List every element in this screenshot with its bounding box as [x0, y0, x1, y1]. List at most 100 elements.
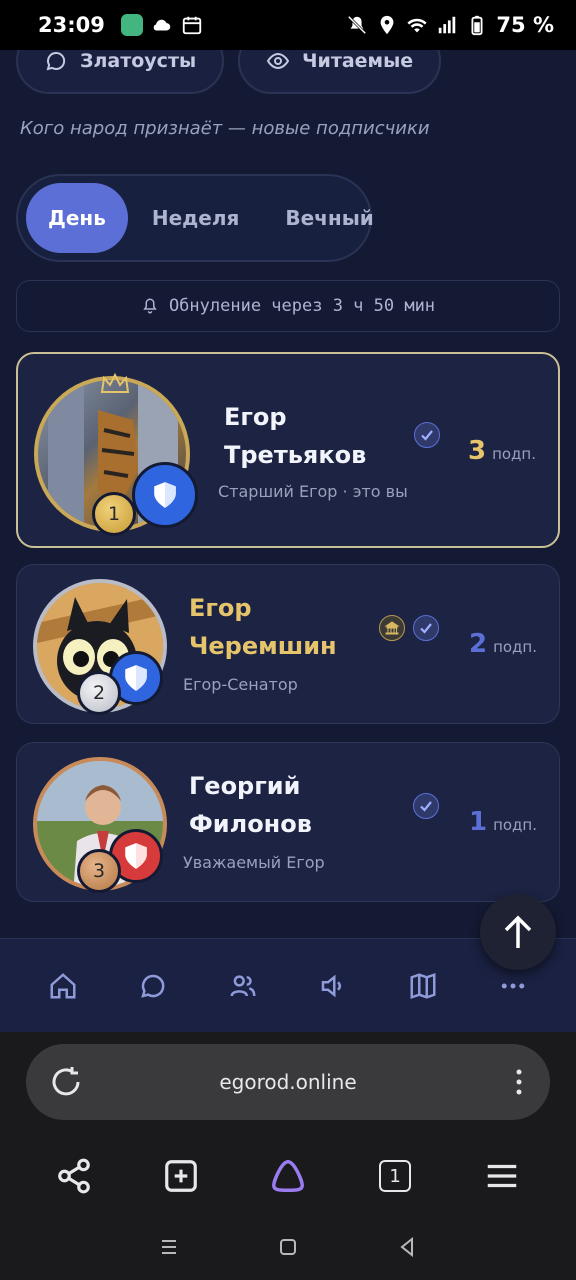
leader-role: Уважаемый Егор — [183, 853, 325, 872]
subscriber-number: 1 — [468, 807, 488, 837]
leader-name-line1: Егор — [189, 594, 252, 622]
rank-badge: 1 — [92, 492, 136, 536]
assistant-button[interactable] — [266, 1154, 310, 1198]
kebab-menu-icon[interactable] — [514, 1067, 524, 1097]
battery-level: 75 % — [496, 13, 554, 37]
leader-card[interactable]: 3 Георгий Филонов Уважаемый Егор 1 подп. — [16, 742, 560, 902]
rank-badge: 3 — [77, 849, 121, 893]
tabs-button[interactable]: 1 — [373, 1154, 417, 1198]
tab-week[interactable]: Неделя — [130, 183, 262, 253]
verified-badge — [413, 793, 439, 819]
verified-badge — [413, 615, 439, 641]
chip-eloquent[interactable]: Златоусты — [16, 50, 225, 94]
home-icon — [50, 972, 76, 998]
eye-icon — [267, 52, 290, 70]
users-icon — [230, 974, 256, 996]
building-icon — [384, 621, 400, 635]
home-button-icon[interactable] — [276, 1235, 300, 1259]
subscriber-number: 2 — [468, 629, 488, 659]
address-bar[interactable]: egorod.online — [26, 1044, 550, 1120]
leader-name-line2: Филонов — [189, 810, 312, 838]
browser-chrome: egorod.online 1 — [0, 1032, 576, 1280]
nav-more[interactable] — [496, 969, 530, 1003]
browser-toolbar: 1 — [0, 1142, 576, 1210]
shield-icon — [125, 843, 147, 869]
verified-badge — [414, 422, 440, 448]
cloud-icon — [153, 19, 171, 31]
leader-card[interactable]: 2 Егор Черемшин Егор-Сенатор 2 подп. — [16, 564, 560, 724]
status-time: 23:09 — [38, 13, 105, 37]
nav-people[interactable] — [226, 969, 260, 1003]
leader-role: Старший Егор · это вы — [218, 482, 408, 501]
tab-day[interactable]: День — [26, 183, 128, 253]
subscriber-unit: подп. — [493, 816, 537, 834]
category-chips: Златоусты Читаемые — [16, 50, 442, 94]
subscriber-number: 3 — [467, 436, 487, 466]
subscriber-count: 3 подп. — [468, 436, 536, 466]
chat-bubble-icon — [46, 51, 66, 71]
hamburger-menu-icon — [488, 1164, 517, 1188]
more-icon — [501, 983, 525, 988]
back-icon[interactable] — [395, 1235, 419, 1259]
shield-icon — [154, 482, 176, 508]
map-icon — [410, 972, 436, 999]
url-text[interactable]: egorod.online — [26, 1070, 550, 1094]
plus-square-icon — [164, 1160, 197, 1192]
shield-badge — [132, 462, 198, 528]
nav-chat[interactable] — [136, 969, 170, 1003]
recent-apps-icon[interactable] — [157, 1235, 181, 1259]
checkmark-icon — [420, 623, 432, 634]
speaker-icon — [321, 974, 342, 997]
reset-notice-text: Обнуление через 3 ч 50 мин — [168, 296, 436, 316]
share-button[interactable] — [52, 1154, 96, 1198]
menu-button[interactable] — [480, 1154, 524, 1198]
page-content: Златоусты Читаемые Кого народ признаёт —… — [0, 50, 576, 938]
leader-name[interactable]: Егор Третьяков — [224, 398, 366, 474]
chip-label: Читаемые — [302, 50, 414, 72]
leader-card[interactable]: 1 Егор Третьяков Старший Егор · это вы 3… — [16, 352, 560, 548]
battery-icon — [471, 15, 483, 36]
subscriber-unit: подп. — [492, 445, 536, 463]
subscriber-unit: подп. — [493, 638, 537, 656]
system-nav-bar — [0, 1214, 576, 1280]
leader-name-line2: Черемшин — [189, 632, 337, 660]
arrow-up-icon — [504, 915, 532, 948]
leader-name-line1: Егор — [224, 403, 287, 431]
scroll-top-button[interactable] — [480, 894, 556, 970]
section-subtitle: Кого народ признаёт — новые подписчики — [20, 118, 430, 139]
share-icon — [57, 1158, 90, 1194]
period-tabs: День Неделя Вечный — [16, 174, 374, 262]
signal-icon — [439, 16, 456, 34]
wifi-icon — [407, 18, 428, 33]
crown-icon — [100, 372, 130, 393]
chip-label: Златоусты — [80, 50, 197, 72]
shield-icon — [125, 665, 147, 691]
checkmark-icon — [421, 430, 433, 441]
leader-name-line2: Третьяков — [224, 441, 367, 469]
subscriber-count: 1 подп. — [469, 807, 537, 837]
bell-icon — [143, 298, 157, 314]
chip-read[interactable]: Читаемые — [238, 50, 442, 94]
tab-eternal[interactable]: Вечный — [263, 183, 395, 253]
status-bar: 23:09 75 % — [0, 0, 576, 50]
reset-notice: Обнуление через 3 ч 50 мин — [16, 280, 560, 332]
new-tab-button[interactable] — [159, 1154, 203, 1198]
leader-name[interactable]: Егор Черемшин — [189, 589, 337, 665]
checkmark-icon — [420, 801, 432, 812]
rank-badge: 2 — [77, 671, 121, 715]
mute-icon — [348, 15, 367, 35]
alice-assistant-icon — [271, 1160, 304, 1192]
senate-badge — [379, 615, 405, 641]
nav-home[interactable] — [46, 969, 80, 1003]
leader-name-line1: Георгий — [189, 772, 301, 800]
subscriber-count: 2 подп. — [469, 629, 537, 659]
nav-map[interactable] — [406, 969, 440, 1003]
location-icon — [381, 15, 394, 35]
nav-audio[interactable] — [316, 969, 350, 1003]
calendar-icon — [182, 16, 202, 35]
leader-name[interactable]: Георгий Филонов — [189, 767, 312, 843]
tab-count: 1 — [379, 1160, 412, 1192]
chat-icon — [141, 974, 165, 998]
app-notification-icon — [120, 14, 143, 36]
leader-role: Егор-Сенатор — [183, 675, 298, 694]
